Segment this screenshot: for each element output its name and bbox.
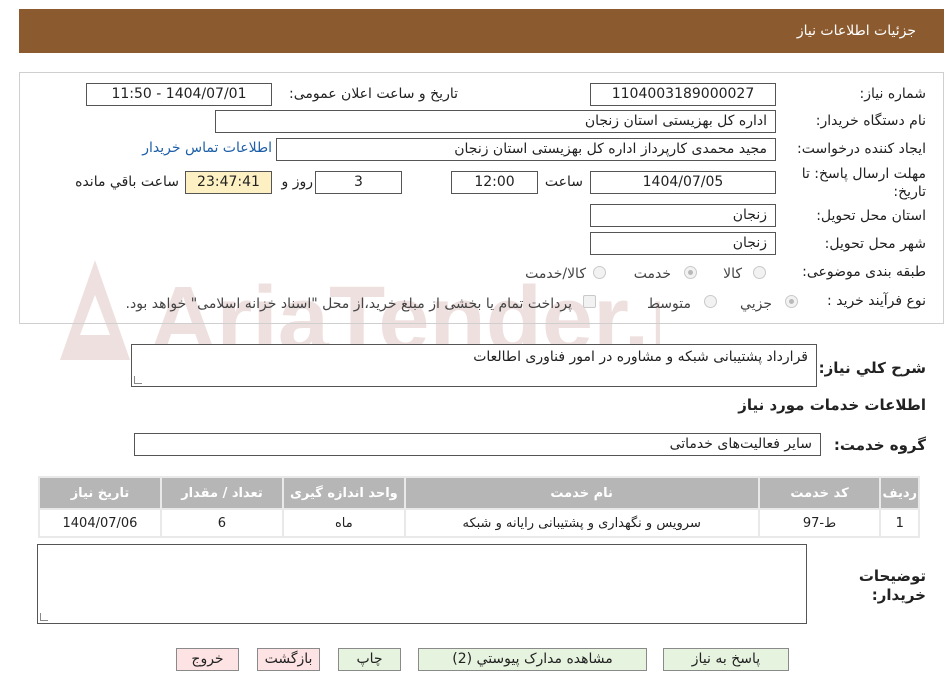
cell-row: 1 xyxy=(881,510,918,536)
deadline-label-date: تاریخ: xyxy=(893,184,926,200)
service-group-field: سایر فعالیت‌های خدماتی xyxy=(134,433,821,456)
province-field: زنجان xyxy=(590,204,776,227)
announce-datetime-field: 1404/07/01 - 11:50 xyxy=(86,83,272,106)
col-date-header: تاریخ نیاز xyxy=(40,478,160,508)
col-code-header: کد خدمت xyxy=(759,478,880,508)
col-name-header: نام خدمت xyxy=(405,478,758,508)
buyer-notes-label: توضیحات xyxy=(858,567,926,585)
process-label: نوع فرآیند خرید : xyxy=(827,293,926,309)
page-header: جزئیات اطلاعات نیاز xyxy=(19,9,944,53)
deadline-time-label: ساعت xyxy=(544,174,583,190)
category-service-label: خدمت xyxy=(633,266,671,282)
back-button[interactable]: بازگشت xyxy=(257,648,320,671)
remaining-time-label: ساعت باقي مانده xyxy=(75,174,179,190)
cell-qty: 6 xyxy=(161,510,282,536)
deadline-time-field: 12:00 xyxy=(451,171,538,194)
resize-grip-icon[interactable] xyxy=(134,376,142,384)
buyer-notes-label-2: خریدار: xyxy=(871,586,926,604)
city-field: زنجان xyxy=(590,232,776,255)
city-label: شهر محل تحویل: xyxy=(824,236,926,252)
category-goods-radio[interactable] xyxy=(753,266,766,279)
requester-label: ایجاد کننده درخواست: xyxy=(797,141,926,157)
reply-button[interactable]: پاسخ به نیاز xyxy=(663,648,789,671)
remaining-time-field: 23:47:41 xyxy=(185,171,272,194)
category-label: طبقه بندی موضوعی: xyxy=(802,264,926,280)
exit-button[interactable]: خروج xyxy=(176,648,239,671)
description-textarea: قرارداد پشتیبانی شبکه و مشاوره در امور ف… xyxy=(131,344,817,387)
table-row: 1 ط-97 سرویس و نگهداری و پشتیبانی رایانه… xyxy=(40,510,918,536)
process-minor-label: جزیي xyxy=(740,296,772,312)
buyer-contact-link[interactable]: اطلاعات تماس خریدار xyxy=(142,140,272,156)
need-number-label: شماره نیاز: xyxy=(859,86,927,102)
need-number-field: 1104003189000027 xyxy=(590,83,776,106)
treasury-checkbox[interactable] xyxy=(583,295,596,308)
treasury-note: پرداخت تمام یا بخشی از مبلغ خرید،از محل … xyxy=(125,296,572,312)
col-unit-header: واحد اندازه گیری xyxy=(283,478,404,508)
category-goods-label: کالا xyxy=(723,266,742,282)
buyer-notes-textarea[interactable] xyxy=(37,544,807,624)
print-button[interactable]: چاپ xyxy=(338,648,401,671)
view-attachments-button[interactable]: مشاهده مدارک پیوستي (2) xyxy=(418,648,647,671)
province-label: استان محل تحویل: xyxy=(816,208,926,224)
resize-grip-icon[interactable] xyxy=(40,613,48,621)
table-header-row: ردیف کد خدمت نام خدمت واحد اندازه گیری ت… xyxy=(40,478,918,508)
col-row-header: ردیف xyxy=(881,478,918,508)
category-both-radio[interactable] xyxy=(593,266,606,279)
process-medium-label: متوسط xyxy=(647,296,691,312)
cell-name: سرویس و نگهداری و پشتیبانی رایانه و شبکه xyxy=(405,510,758,536)
cell-unit: ماه xyxy=(283,510,404,536)
description-text: قرارداد پشتیبانی شبکه و مشاوره در امور ف… xyxy=(473,349,808,365)
cell-date: 1404/07/06 xyxy=(40,510,160,536)
buyer-org-field: اداره كل بهزیستی استان زنجان xyxy=(215,110,776,133)
announce-label: تاریخ و ساعت اعلان عمومی: xyxy=(289,86,458,102)
services-table: ردیف کد خدمت نام خدمت واحد اندازه گیری ت… xyxy=(38,476,920,538)
process-minor-radio[interactable] xyxy=(785,295,798,308)
buyer-org-label: نام دستگاه خریدار: xyxy=(815,113,926,129)
services-heading: اطلاعات خدمات مورد نیاز xyxy=(738,396,926,414)
remaining-days-field: 3 xyxy=(315,171,402,194)
page-title: جزئیات اطلاعات نیاز xyxy=(796,23,916,39)
category-both-label: کالا/خدمت xyxy=(525,266,586,282)
category-service-radio[interactable] xyxy=(684,266,697,279)
description-label: شرح کلي نیاز: xyxy=(818,359,926,377)
service-group-label: گروه خدمت: xyxy=(833,436,926,454)
days-label: روز و xyxy=(281,174,314,190)
process-medium-radio[interactable] xyxy=(704,295,717,308)
col-qty-header: تعداد / مقدار xyxy=(161,478,282,508)
deadline-date-field: 1404/07/05 xyxy=(590,171,776,194)
deadline-label: مهلت ارسال پاسخ: تا xyxy=(801,166,926,182)
requester-field: مجید محمدی کارپرداز اداره كل بهزیستی است… xyxy=(276,138,776,161)
cell-code: ط-97 xyxy=(759,510,880,536)
